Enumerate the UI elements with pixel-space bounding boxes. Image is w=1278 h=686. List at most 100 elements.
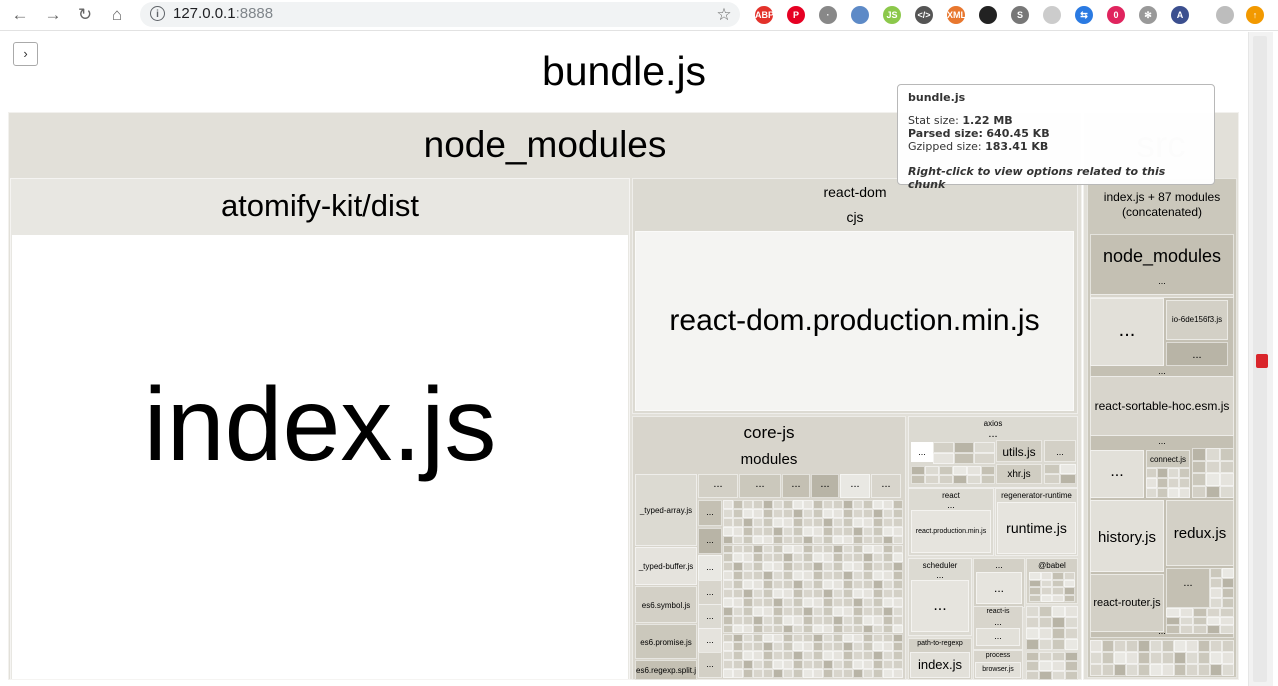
- core-js-grid-cell[interactable]: [743, 642, 753, 652]
- core-js-top-5[interactable]: ...: [871, 474, 901, 498]
- core-js-col-2[interactable]: ...: [698, 555, 722, 581]
- core-js-grid-cell[interactable]: [813, 589, 823, 598]
- core-js-grid-cell[interactable]: [883, 642, 893, 652]
- core-js-grid-cell[interactable]: [843, 606, 853, 616]
- core-js-grid-cell[interactable]: [733, 669, 743, 678]
- core-js-grid-cell[interactable]: [773, 562, 783, 572]
- core-js-grid-cell[interactable]: [793, 606, 803, 616]
- core-js-grid-cell[interactable]: [723, 526, 733, 536]
- core-js-grid-cell[interactable]: [773, 651, 783, 661]
- core-js-grid-cell[interactable]: [823, 553, 833, 563]
- core-js-col-0[interactable]: ...: [698, 500, 722, 526]
- core-js-grid-cell[interactable]: [813, 508, 823, 518]
- core-js-grid-cell[interactable]: [793, 597, 803, 607]
- src-bottom-grid-cell[interactable]: [1174, 664, 1186, 676]
- core-js-grid-cell[interactable]: [783, 624, 793, 634]
- src-bottom-grid-cell[interactable]: [1162, 652, 1174, 664]
- core-js-grid-cell[interactable]: [793, 562, 803, 572]
- core-js-grid-cell[interactable]: [863, 642, 873, 652]
- src-bottom-grid-cell[interactable]: [1198, 664, 1210, 676]
- extension-icon-4[interactable]: [851, 6, 869, 24]
- core-js-grid-cell[interactable]: [803, 535, 813, 545]
- core-js-grid-cell[interactable]: [873, 562, 883, 572]
- core-js-grid-cell[interactable]: [733, 642, 743, 652]
- home-icon[interactable]: ⌂: [106, 4, 128, 26]
- core-js-grid-cell[interactable]: [753, 544, 763, 554]
- core-js-grid-cell[interactable]: [733, 589, 743, 598]
- core-js-grid-cell[interactable]: [853, 660, 863, 670]
- babel-grid-cell[interactable]: [1040, 594, 1052, 602]
- core-js-grid-cell[interactable]: [753, 508, 763, 518]
- core-js-grid-cell[interactable]: [843, 669, 853, 678]
- core-js-grid-cell[interactable]: [893, 615, 903, 625]
- bottom-grid-cell[interactable]: [1220, 616, 1234, 626]
- core-js-grid-cell[interactable]: [783, 580, 793, 589]
- core-js-grid-cell[interactable]: [833, 589, 843, 598]
- src-bottom-grid-cell[interactable]: [1186, 652, 1198, 664]
- babel-grid-cell[interactable]: [1063, 572, 1075, 580]
- bookmark-star-icon[interactable]: ☆: [713, 4, 735, 26]
- core-js-grid-cell[interactable]: [723, 624, 733, 634]
- core-js-grid-cell[interactable]: [773, 571, 783, 581]
- core-js-grid-cell[interactable]: [833, 597, 843, 607]
- core-js-grid-cell[interactable]: [733, 535, 743, 545]
- br-ellipsis[interactable]: ...: [1166, 568, 1210, 608]
- core-js-grid-cell[interactable]: [763, 500, 773, 509]
- axios-grid-a-cell[interactable]: [974, 453, 995, 464]
- misc-grid-cell[interactable]: [1026, 617, 1039, 628]
- br-grid-cell[interactable]: [1222, 588, 1234, 598]
- core-js-grid-cell[interactable]: [823, 615, 833, 625]
- core-js-grid-cell[interactable]: [763, 660, 773, 670]
- core-js-grid-cell[interactable]: [743, 571, 753, 581]
- babel-grid-cell[interactable]: [1040, 579, 1052, 587]
- core-js-grid-cell[interactable]: [853, 580, 863, 589]
- core-js-grid-cell[interactable]: [863, 669, 873, 678]
- core-js-grid-cell[interactable]: [733, 517, 743, 527]
- core-js-col-3[interactable]: ...: [698, 580, 722, 606]
- src-bottom-grid-cell[interactable]: [1090, 664, 1102, 676]
- forward-icon[interactable]: →: [42, 4, 64, 26]
- core-js-grid-cell[interactable]: [843, 553, 853, 563]
- core-js-grid-cell[interactable]: [733, 544, 743, 554]
- history[interactable]: history.js: [1090, 500, 1164, 572]
- axios-grid-b-cell[interactable]: [967, 475, 981, 484]
- core-js-grid-cell[interactable]: [863, 571, 873, 581]
- core-js-grid-cell[interactable]: [743, 553, 753, 563]
- core-js-grid-cell[interactable]: [723, 517, 733, 527]
- react-prod[interactable]: react.production.min.js: [911, 510, 991, 553]
- core-js-grid-cell[interactable]: [773, 580, 783, 589]
- core-js-grid-cell[interactable]: [893, 535, 903, 545]
- right-grid-cell[interactable]: [1220, 460, 1234, 473]
- core-js-grid-cell[interactable]: [763, 580, 773, 589]
- right-grid-cell[interactable]: [1192, 485, 1206, 498]
- core-js-grid-cell[interactable]: [793, 642, 803, 652]
- right-grid-cell[interactable]: [1192, 473, 1206, 486]
- core-js-grid-cell[interactable]: [773, 660, 783, 670]
- extension-badge-icon[interactable]: 0: [1107, 6, 1125, 24]
- core-js-grid-cell[interactable]: [723, 642, 733, 652]
- br-grid-cell[interactable]: [1222, 578, 1234, 588]
- core-js-top-0[interactable]: ...: [698, 474, 738, 498]
- core-js-grid-cell[interactable]: [853, 669, 863, 678]
- core-js-grid-cell[interactable]: [753, 526, 763, 536]
- core-js-grid-cell[interactable]: [873, 642, 883, 652]
- core-js-grid-cell[interactable]: [723, 500, 733, 509]
- misc-grid-cell[interactable]: [1026, 628, 1039, 639]
- core-js-grid-cell[interactable]: [793, 553, 803, 563]
- babel-grid-cell[interactable]: [1063, 587, 1075, 595]
- connect-grid-cell[interactable]: [1157, 488, 1168, 498]
- core-js-grid-cell[interactable]: [813, 642, 823, 652]
- misc-grid-2-cell[interactable]: [1026, 670, 1039, 680]
- core-js-grid-cell[interactable]: [763, 508, 773, 518]
- misc-grid-cell[interactable]: [1052, 628, 1065, 639]
- core-js-grid-cell[interactable]: [733, 500, 743, 509]
- core-js-grid-cell[interactable]: [773, 500, 783, 509]
- core-js-grid-cell[interactable]: [893, 633, 903, 643]
- core-js-grid-cell[interactable]: [733, 597, 743, 607]
- core-js-grid-cell[interactable]: [843, 642, 853, 652]
- core-js-grid-cell[interactable]: [793, 624, 803, 634]
- connect-grid-cell[interactable]: [1168, 478, 1179, 488]
- core-js-grid-cell[interactable]: [723, 615, 733, 625]
- src-bottom-grid-cell[interactable]: [1222, 652, 1234, 664]
- core-js-grid-cell[interactable]: [733, 526, 743, 536]
